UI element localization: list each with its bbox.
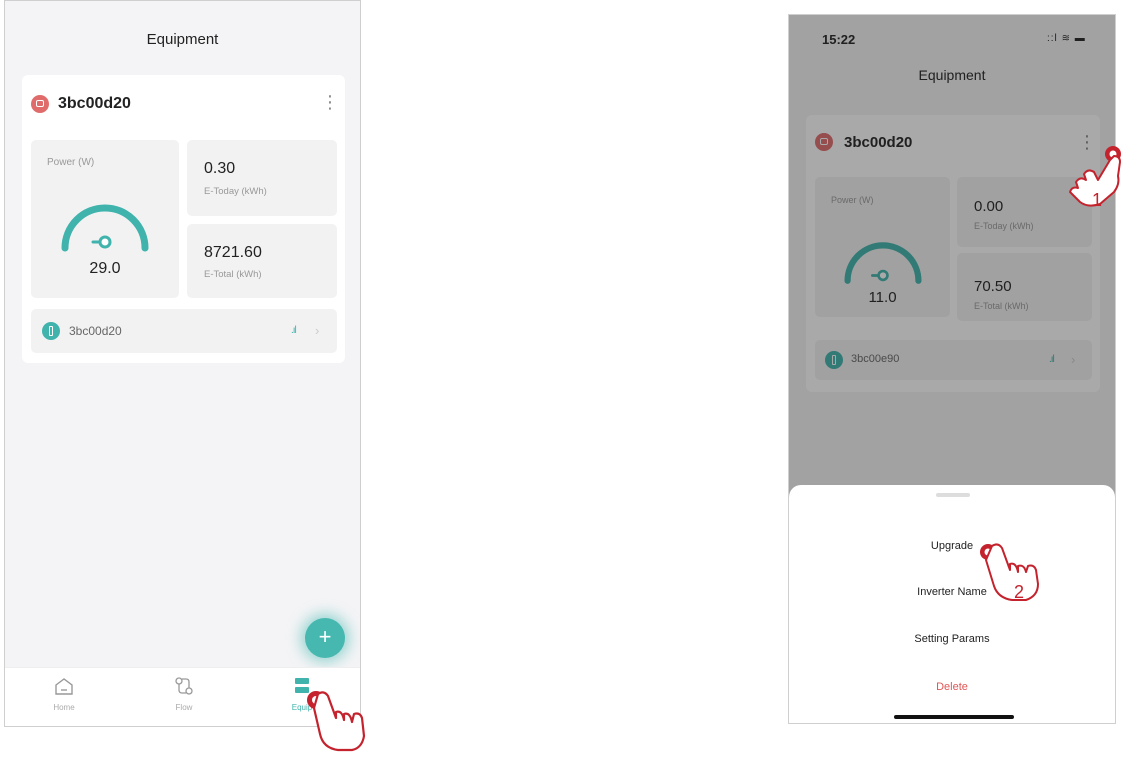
e-today-tile: 0.30 E-Today (kWh) [187,140,337,216]
tap-hand-icon [307,691,366,752]
tap-hand-step2-icon: 2 [980,543,1039,602]
sheet-item-upgrade[interactable]: Upgrade [789,540,1115,552]
power-value: 29.0 [89,260,121,277]
home-icon [55,678,73,695]
tab-flow[interactable]: Flow [144,676,224,712]
add-device-button[interactable]: + [305,618,345,658]
sub-device-row[interactable]: 3bc00d20 .ıl › [31,309,337,353]
power-gauge [61,204,149,252]
sheet-item-inverter-name[interactable]: Inverter Name [789,586,1115,598]
chevron-right-icon: › [315,323,320,338]
e-today-value: 0.30 [204,160,236,177]
more-menu-icon[interactable]: ⋮ [321,93,339,111]
tab-home[interactable]: Home [24,676,104,712]
e-total-value: 8721.60 [204,244,262,261]
e-total-label: E-Total (kWh) [204,269,262,280]
step-number: 2 [1014,582,1024,602]
sheet-item-delete[interactable]: Delete [789,681,1115,693]
sheet-item-setting-params[interactable]: Setting Params [789,633,1115,645]
e-today-label: E-Today (kWh) [204,186,267,197]
page-title: Equipment [146,31,219,48]
sub-device-name: 3bc00d20 [69,324,122,338]
tab-home-label: Home [53,703,75,712]
equipment-screen-left: Equipment 3bc00d20 ⋮ Power (W) 29.0 0.30… [4,0,361,727]
inverter-icon [31,95,49,113]
sheet-grabber[interactable] [936,493,970,497]
signal-icon: .ıl [291,325,297,336]
e-total-tile: 8721.60 E-Total (kWh) [187,224,337,298]
power-tile: Power (W) 29.0 [31,140,179,298]
device-name: 3bc00d20 [58,95,131,112]
equipment-screen-right: 15:22 ::l ≋ ▬ Equipment 3bc00d20 ⋮ Power… [788,14,1116,724]
tab-flow-label: Flow [175,703,193,712]
flow-icon [175,677,193,695]
action-sheet: Upgrade Inverter Name Setting Params Del… [789,485,1115,723]
power-label: Power (W) [47,157,95,168]
device-card[interactable]: 3bc00d20 ⋮ Power (W) 29.0 0.30 E-Today (… [22,75,345,363]
datalogger-icon [42,322,60,340]
step-number: 1 [1092,190,1102,210]
tap-hand-step1-icon: 1 [1069,146,1121,210]
home-indicator [894,715,1014,719]
